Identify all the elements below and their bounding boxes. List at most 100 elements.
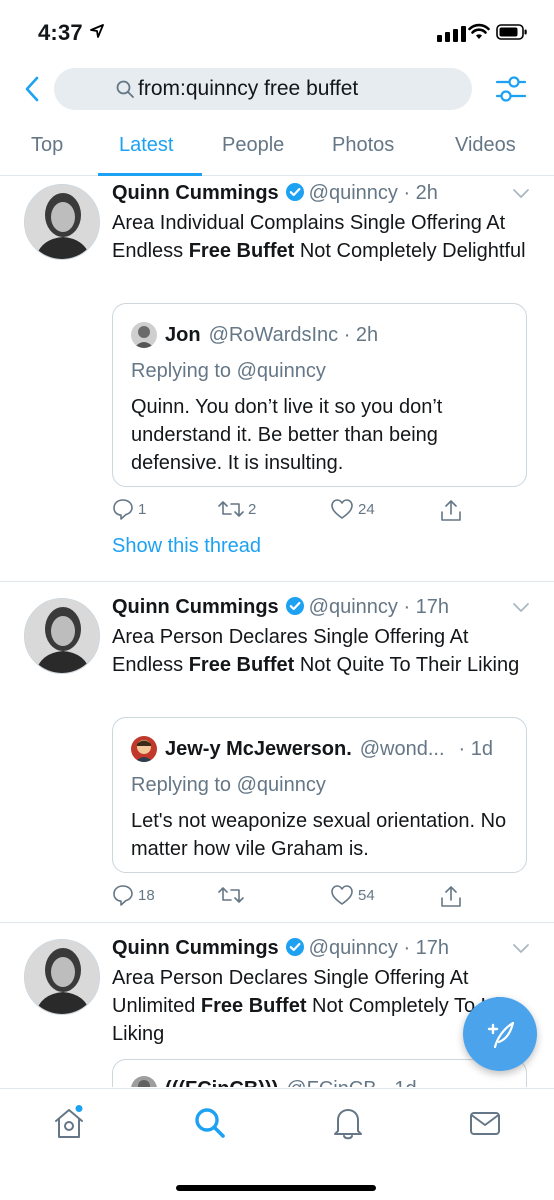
reply-button[interactable]: 18 bbox=[112, 884, 155, 906]
share-button[interactable] bbox=[440, 884, 462, 908]
share-icon bbox=[441, 886, 461, 907]
bottom-navigation bbox=[0, 1088, 554, 1200]
author-handle: @quinncy · 17h bbox=[308, 596, 450, 618]
location-arrow-icon bbox=[90, 24, 104, 38]
avatar[interactable] bbox=[24, 184, 100, 260]
search-input[interactable]: from:quinncy free buffet bbox=[54, 68, 472, 110]
quoted-tweet-header: Jon @RoWardsInc · 2h bbox=[131, 322, 378, 348]
battery-icon bbox=[496, 24, 527, 40]
quoted-author-name: (((FCinCB))) bbox=[165, 1078, 278, 1088]
like-button[interactable]: 24 bbox=[330, 498, 375, 520]
notifications-icon bbox=[334, 1109, 362, 1140]
home-icon bbox=[55, 1105, 83, 1138]
nav-messages[interactable] bbox=[467, 1105, 503, 1141]
reply-count: 1 bbox=[138, 500, 147, 518]
quoted-avatar bbox=[131, 736, 157, 762]
chevron-down-icon[interactable] bbox=[512, 188, 530, 200]
quoted-tweet-text: Quinn. You don’t live it so you don’t un… bbox=[131, 396, 443, 474]
tweet-header: Quinn Cummings @quinncy · 17h bbox=[112, 596, 449, 619]
quoted-tweet[interactable]: (((FCinCB))) @FCinCB · 1d bbox=[112, 1059, 527, 1087]
avatar[interactable] bbox=[24, 939, 100, 1015]
tweet-header: Quinn Cummings @quinncy · 17h bbox=[112, 937, 449, 960]
tweet-actions: 1 2 24 bbox=[112, 498, 472, 526]
retweet-button[interactable] bbox=[218, 884, 248, 906]
retweet-count: 2 bbox=[248, 500, 257, 518]
tweet[interactable]: Quinn Cummings @quinncy · 17h Area Person… bbox=[0, 923, 554, 1087]
verified-icon bbox=[285, 938, 304, 956]
home-indicator bbox=[176, 1185, 376, 1191]
quoted-avatar bbox=[131, 1076, 157, 1087]
author-handle: @quinncy · 2h bbox=[308, 182, 438, 204]
author-handle: @quinncy · 17h bbox=[308, 937, 450, 959]
reply-icon bbox=[113, 885, 133, 906]
status-bar: 4:37 bbox=[0, 0, 554, 60]
like-icon bbox=[331, 499, 353, 519]
search-header: from:quinncy free buffet bbox=[0, 64, 554, 114]
tab-videos[interactable]: Videos bbox=[455, 134, 516, 157]
quoted-author-handle: @RoWardsInc · 2h bbox=[208, 323, 379, 346]
search-filter-button[interactable] bbox=[494, 72, 528, 106]
quoted-tweet-header: (((FCinCB))) @FCinCB · 1d bbox=[131, 1076, 417, 1087]
tweet-header: Quinn Cummings @quinncy · 2h bbox=[112, 182, 438, 205]
chevron-down-icon[interactable] bbox=[512, 602, 530, 614]
cellular-signal-icon bbox=[437, 26, 466, 42]
quoted-author-handle: @FCinCB · 1d bbox=[286, 1078, 416, 1088]
tab-photos[interactable]: Photos bbox=[332, 134, 394, 157]
author-name[interactable]: Quinn Cummings bbox=[112, 182, 279, 204]
replying-to: Replying to @quinncy bbox=[131, 774, 326, 796]
search-query: from:quinncy free buffet bbox=[138, 77, 359, 100]
tweet-text: Area Individual Complains Single Offerin… bbox=[112, 212, 526, 262]
quoted-tweet-text: Let's not weaponize sexual orientation. … bbox=[131, 810, 507, 860]
reply-button[interactable]: 1 bbox=[112, 498, 146, 520]
quoted-author-name: Jon bbox=[165, 323, 201, 346]
like-button[interactable]: 54 bbox=[330, 884, 375, 906]
active-tab-indicator bbox=[98, 173, 202, 176]
avatar[interactable] bbox=[24, 598, 100, 674]
like-count: 54 bbox=[358, 886, 375, 904]
quoted-author-name: Jew-y McJewerson. bbox=[165, 737, 352, 760]
chevron-down-icon[interactable] bbox=[512, 943, 530, 955]
tab-people[interactable]: People bbox=[222, 134, 284, 157]
messages-icon bbox=[470, 1112, 500, 1135]
verified-icon bbox=[285, 597, 304, 615]
retweet-icon bbox=[218, 501, 244, 517]
reply-count: 18 bbox=[138, 886, 155, 904]
compose-tweet-button[interactable] bbox=[463, 997, 537, 1071]
tweet-text: Area Person Declares Single Offering At … bbox=[112, 626, 520, 676]
quoted-avatar bbox=[131, 322, 157, 348]
like-count: 24 bbox=[358, 500, 375, 518]
like-icon bbox=[331, 885, 353, 905]
tab-latest[interactable]: Latest bbox=[119, 134, 173, 157]
share-button[interactable] bbox=[440, 498, 462, 522]
verified-icon bbox=[285, 183, 304, 201]
author-name[interactable]: Quinn Cummings bbox=[112, 937, 279, 959]
back-button[interactable] bbox=[20, 74, 44, 104]
tab-top[interactable]: Top bbox=[31, 134, 63, 157]
quoted-tweet-time: · 1d bbox=[458, 737, 494, 760]
retweet-button[interactable]: 2 bbox=[218, 498, 256, 520]
status-time: 4:37 bbox=[38, 20, 83, 45]
show-thread-link[interactable]: Show this thread bbox=[112, 535, 261, 558]
tweet-text: Area Person Declares Single Offering At … bbox=[112, 967, 510, 1045]
back-chevron-icon bbox=[25, 76, 39, 102]
search-icon bbox=[116, 80, 134, 98]
compose-icon bbox=[487, 1021, 515, 1049]
explore-icon bbox=[195, 1108, 225, 1138]
wifi-icon bbox=[468, 23, 490, 39]
search-tabs: Top Latest People Photos Videos bbox=[0, 128, 554, 176]
quoted-author-handle: @wond... bbox=[359, 737, 445, 760]
nav-notifications[interactable] bbox=[330, 1105, 366, 1141]
nav-home[interactable] bbox=[51, 1105, 87, 1141]
search-results-feed[interactable]: Quinn Cummings @quinncy · 2h Area Individ… bbox=[0, 177, 554, 1087]
nav-explore[interactable] bbox=[192, 1105, 228, 1141]
retweet-icon bbox=[218, 887, 244, 903]
quoted-tweet-header: Jew-y McJewerson. @wond... · 1d bbox=[131, 736, 493, 762]
quoted-tweet[interactable]: Jew-y McJewerson. @wond... · 1d Replying… bbox=[112, 717, 527, 873]
quoted-tweet[interactable]: Jon @RoWardsInc · 2h Replying to @quinnc… bbox=[112, 303, 527, 487]
author-name[interactable]: Quinn Cummings bbox=[112, 596, 279, 618]
replying-to: Replying to @quinncy bbox=[131, 360, 326, 382]
tweet[interactable]: Quinn Cummings @quinncy · 17h Area Person… bbox=[0, 582, 554, 922]
tweet[interactable]: Quinn Cummings @quinncy · 2h Area Individ… bbox=[0, 177, 554, 581]
filter-sliders-icon bbox=[495, 76, 527, 102]
reply-icon bbox=[113, 499, 133, 520]
